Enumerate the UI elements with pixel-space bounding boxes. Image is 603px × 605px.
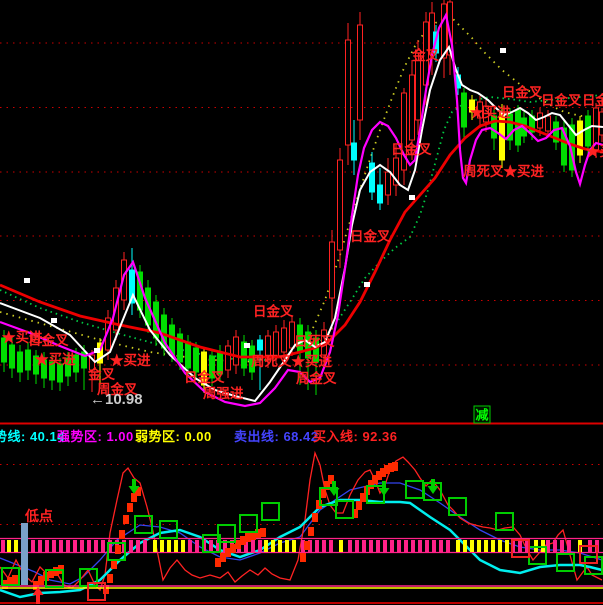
- indicator-header: 势线: 40.14 强势区: 1.00 弱势区: 0.00 卖出线: 68.42…: [0, 425, 603, 442]
- svg-text:←10.98: ←10.98: [90, 391, 143, 408]
- svg-text:周死叉★买进: 周死叉★买进: [463, 164, 544, 179]
- svg-text:★买进: ★买进: [470, 105, 511, 120]
- svg-text:减: 减: [476, 408, 489, 423]
- svg-text:★买进: ★买进: [35, 352, 76, 367]
- svg-text:日金叉: 日金叉: [350, 228, 391, 244]
- svg-text:金叉: 金叉: [87, 366, 115, 382]
- svg-text:日金叉: 日金叉: [184, 369, 225, 385]
- svg-text:日金叉: 日金叉: [582, 92, 603, 108]
- svg-text:金叉: 金叉: [411, 47, 439, 63]
- weak-zone-value: 弱势区: 0.00: [135, 426, 212, 445]
- svg-text:低点: 低点: [24, 508, 53, 524]
- svg-text:日金叉: 日金叉: [253, 303, 294, 319]
- svg-text:日死叉: 日死叉: [294, 334, 335, 349]
- svg-text:周金叉: 周金叉: [296, 370, 337, 386]
- svg-text:日金叉: 日金叉: [541, 92, 582, 108]
- buy-line-value: 买入线: 92.36: [313, 426, 397, 445]
- sell-line-value: 卖出线: 68.42: [234, 426, 318, 445]
- svg-text:周死叉★买进: 周死叉★买进: [251, 354, 332, 369]
- strong-zone-value: 强势区: 1.00: [57, 426, 134, 445]
- stock-chart-canvas[interactable]: ★买进日金叉★买进★买进金叉周金叉←10.98日金叉周强进日金叉日死叉周死叉★买…: [0, 0, 603, 605]
- trend-line-value: 势线: 40.14: [0, 426, 65, 445]
- svg-text:日金叉: 日金叉: [391, 141, 432, 157]
- svg-text:★买进: ★买进: [586, 144, 603, 159]
- svg-text:★买进: ★买进: [110, 353, 151, 368]
- svg-text:日金叉: 日金叉: [502, 84, 543, 100]
- svg-text:日金叉: 日金叉: [28, 332, 69, 348]
- svg-text:周强进: 周强进: [203, 386, 244, 401]
